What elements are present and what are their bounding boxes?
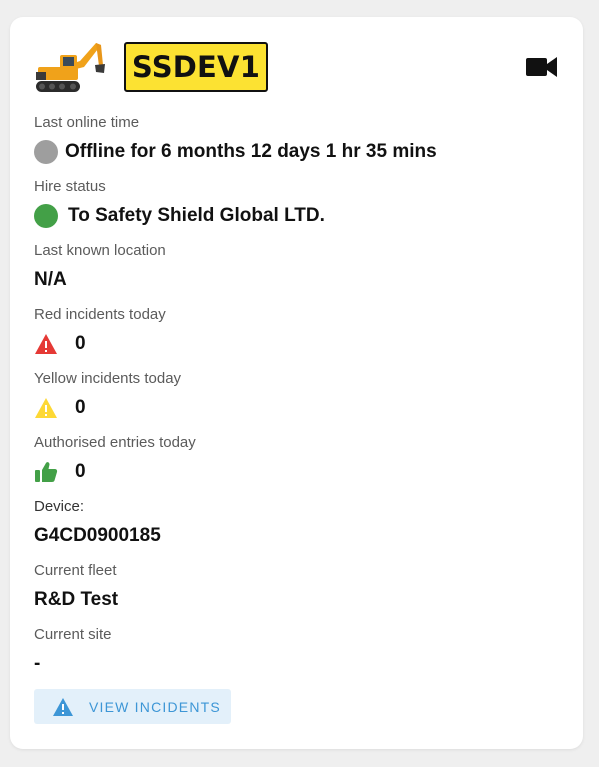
last-online-value: Offline for 6 months 12 days 1 hr 35 min…	[65, 141, 437, 162]
yellow-incidents-value-row: 0	[34, 396, 86, 420]
red-incidents-field: Red incidents today 0	[34, 306, 561, 370]
view-incidents-button[interactable]: VIEW INCIDENTS	[34, 689, 231, 724]
thumbs-up-icon	[35, 462, 58, 482]
yellow-incidents-label: Yellow incidents today	[34, 370, 182, 387]
machine-details: Last online time Offline for 6 months 12…	[34, 114, 561, 690]
view-incidents-label: VIEW INCIDENTS	[89, 698, 221, 715]
registration-plate: SSDEV1	[124, 42, 268, 92]
location-value: N/A	[34, 269, 67, 290]
red-incidents-label: Red incidents today	[34, 306, 166, 323]
fleet-value-row: R&D Test	[34, 588, 118, 612]
last-online-field: Last online time Offline for 6 months 12…	[34, 114, 561, 178]
fleet-label: Current fleet	[34, 562, 117, 579]
last-online-label: Last online time	[34, 114, 140, 131]
fleet-value: R&D Test	[34, 589, 119, 610]
card-header: SSDEV1	[32, 39, 557, 97]
red-incidents-value-row: 0	[34, 332, 86, 356]
authorised-entries-value-row: 0	[34, 460, 86, 484]
authorised-entries-value: 0	[75, 461, 86, 482]
site-field: Current site -	[34, 626, 561, 690]
device-label: Device:	[34, 498, 85, 515]
site-value-row: -	[34, 652, 40, 676]
device-field: Device: G4CD0900185	[34, 498, 561, 562]
site-label: Current site	[34, 626, 112, 643]
hire-status-value: To Safety Shield Global LTD.	[68, 205, 325, 226]
video-camera-icon[interactable]	[526, 56, 557, 78]
location-field: Last known location N/A	[34, 242, 561, 306]
excavator-icon	[36, 43, 105, 92]
warning-triangle-icon	[53, 697, 73, 716]
device-value: G4CD0900185	[34, 525, 161, 546]
hire-status-field: Hire status To Safety Shield Global LTD.	[34, 178, 561, 242]
authorised-entries-field: Authorised entries today 0	[34, 434, 561, 498]
last-online-value-row: Offline for 6 months 12 days 1 hr 35 min…	[34, 140, 437, 164]
hire-status-dot	[34, 204, 58, 228]
hire-status-value-row: To Safety Shield Global LTD.	[34, 204, 325, 228]
red-incidents-value: 0	[75, 333, 86, 354]
yellow-incidents-value: 0	[75, 397, 86, 418]
offline-status-dot	[34, 140, 58, 164]
fleet-field: Current fleet R&D Test	[34, 562, 561, 626]
location-label: Last known location	[34, 242, 166, 259]
red-warning-triangle-icon	[35, 334, 57, 354]
site-value: -	[34, 653, 41, 674]
authorised-entries-label: Authorised entries today	[34, 434, 196, 451]
hire-status-label: Hire status	[34, 178, 106, 195]
yellow-warning-triangle-icon	[35, 398, 57, 418]
location-value-row: N/A	[34, 268, 67, 292]
machine-card: SSDEV1 Last online time Offline for 6 mo…	[10, 17, 583, 749]
device-value-row: G4CD0900185	[34, 524, 161, 548]
yellow-incidents-field: Yellow incidents today 0	[34, 370, 561, 434]
